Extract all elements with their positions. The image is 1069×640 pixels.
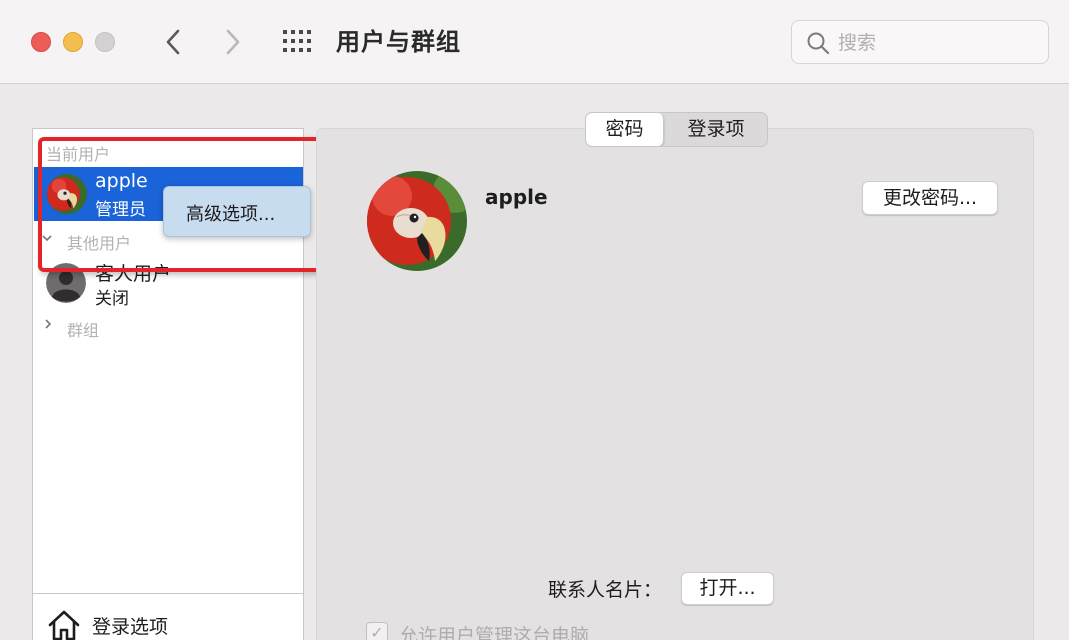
allow-admin-label: 允许用户管理这台电脑 <box>399 625 590 640</box>
house-icon <box>48 610 80 640</box>
search-input[interactable] <box>838 29 1038 57</box>
zoom-button[interactable] <box>95 32 115 52</box>
open-contact-card-button[interactable]: 打开... <box>681 572 774 605</box>
minimize-button[interactable] <box>63 32 83 52</box>
search-field[interactable] <box>791 20 1049 64</box>
chevron-left-icon <box>166 29 180 55</box>
chevron-right-icon[interactable] <box>42 318 54 334</box>
tab-login-items[interactable]: 登录项 <box>666 113 766 146</box>
tab-password[interactable]: 密码 <box>586 113 664 146</box>
login-options-label: 登录选项 <box>92 616 169 638</box>
groups-header: 群组 <box>67 321 100 340</box>
chevron-right-icon <box>226 29 240 55</box>
allow-admin-checkbox[interactable]: ✓ <box>366 622 388 640</box>
forward-button[interactable] <box>218 24 248 60</box>
grid-icon <box>283 30 311 52</box>
guest-user-status: 关闭 <box>95 289 129 309</box>
contact-card-label: 联系人名片： <box>548 579 663 601</box>
annotation-highlight <box>38 137 340 272</box>
title-bar: 用户与群组 <box>0 0 1069 84</box>
change-password-button[interactable]: 更改密码... <box>862 181 998 215</box>
back-button[interactable] <box>158 24 188 60</box>
user-picture[interactable] <box>367 171 467 271</box>
user-name: apple <box>485 185 548 209</box>
close-button[interactable] <box>31 32 51 52</box>
parrot-avatar-icon <box>367 171 467 271</box>
login-options-row[interactable]: 登录选项 <box>33 593 303 640</box>
search-icon <box>807 32 830 55</box>
tab-bar: 密码 登录项 <box>585 112 768 147</box>
window-title: 用户与群组 <box>336 28 461 56</box>
show-all-button[interactable] <box>282 29 312 55</box>
